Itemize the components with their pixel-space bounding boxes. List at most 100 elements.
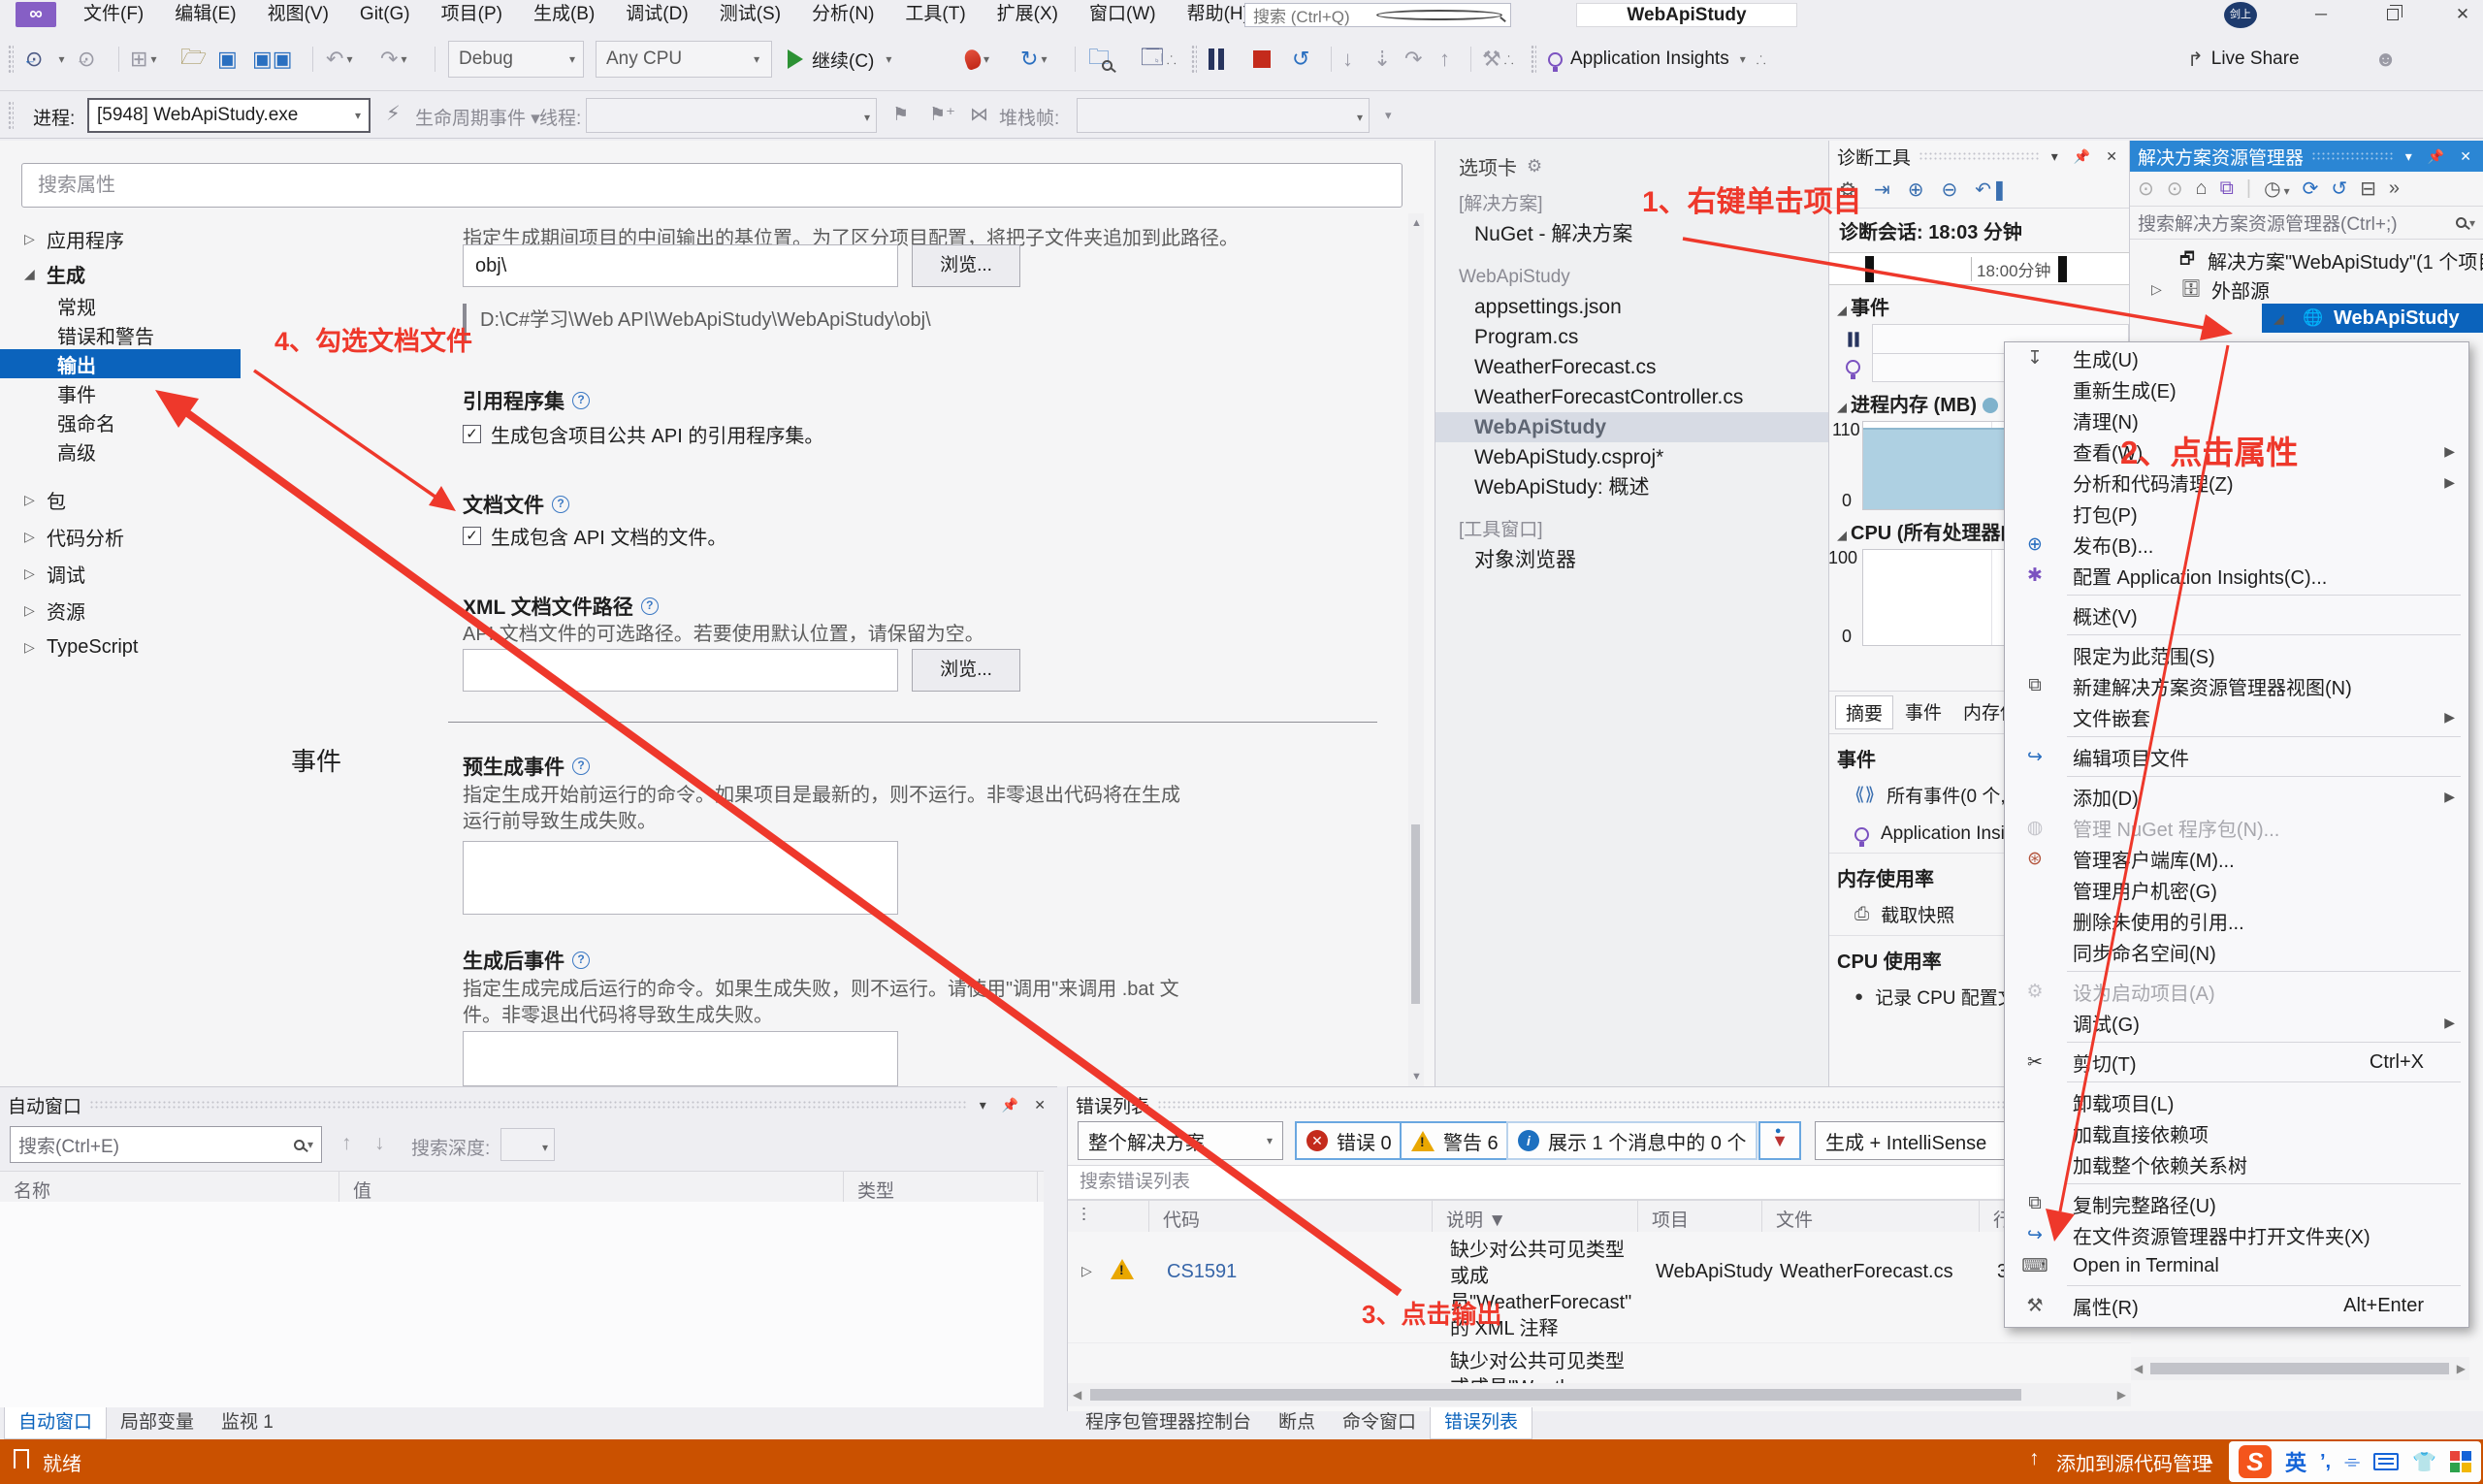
toolbox-grid-icon[interactable] (2450, 1451, 2471, 1472)
feedback-button[interactable]: ☻ (2374, 43, 2397, 76)
scrollbar-thumb[interactable] (1411, 824, 1420, 1004)
navigate-forward-button[interactable]: ⊙ → (76, 43, 108, 76)
solution-explorer-titlebar[interactable]: 解决方案资源管理器 ▾ 📌 ✕ (2130, 141, 2483, 172)
autos-titlebar[interactable]: 自动窗口 ▾ 📌 ✕ (0, 1087, 1057, 1118)
pin-icon[interactable]: 📌 (998, 1097, 1022, 1113)
context-menu-限定为此范围(S)[interactable]: 限定为此范围(S) (2005, 639, 2468, 670)
toolbar-grip[interactable] (8, 45, 14, 74)
context-menu-配置 Application Insights(C)...[interactable]: ✱ 配置 Application Insights(C)... (2005, 560, 2468, 591)
menu-item-10[interactable]: 扩展(X) (982, 0, 1074, 29)
context-menu-加载整个依赖关系树[interactable]: 加载整个依赖关系树 (2005, 1148, 2468, 1179)
help-icon[interactable]: ? (640, 597, 659, 615)
toolbar-grip[interactable] (8, 101, 14, 130)
flag-icon[interactable]: ⚑ (892, 104, 909, 126)
autos-tab-监视 1[interactable]: 监视 1 (208, 1407, 287, 1439)
properties-search-input[interactable]: 搜索属性 (21, 163, 1403, 208)
navigate-back-button[interactable]: ⊙ ← ▾ (23, 43, 64, 76)
row-expander[interactable] (1068, 1343, 1111, 1374)
overflow-icon[interactable]: » (2389, 177, 2400, 200)
context-menu-管理客户端库(M)...[interactable]: ⊛ 管理客户端库(M)... (2005, 843, 2468, 874)
skin-icon[interactable]: 👕 (2412, 1450, 2436, 1474)
menu-item-1[interactable]: 编辑(E) (159, 0, 251, 29)
show-next-statement-button[interactable]: ⇣ (1373, 43, 1391, 76)
solution-tree-解决方案"WebApiStudy"(1 个项目/共[interactable]: 🗗 解决方案"WebApiStudy"(1 个项目/共 (2130, 245, 2483, 274)
solution-explorer-search[interactable]: 搜索解决方案资源管理器(Ctrl+;) ▾ (2130, 207, 2483, 240)
hot-reload-button[interactable]: ▾ (962, 43, 989, 76)
up-arrow-icon[interactable]: ↑ (2029, 1447, 2040, 1470)
process-dropdown[interactable]: [5948] WebApiStudy.exe ▾ (87, 98, 371, 133)
toolbar-grip[interactable] (1191, 45, 1197, 74)
menu-item-4[interactable]: 项目(P) (426, 0, 518, 29)
tab-list-item[interactable]: WeatherForecastController.cs (1435, 382, 1828, 412)
menu-item-9[interactable]: 工具(T) (889, 0, 981, 29)
zoom-in-icon[interactable]: ⊕ (1908, 177, 1924, 202)
export-icon[interactable]: ⇥ (1874, 177, 1890, 202)
errorlist-tab-程序包管理器控制台[interactable]: 程序包管理器控制台 (1072, 1407, 1265, 1439)
context-menu-新建解决方案资源管理器视图(N)[interactable]: ⧉ 新建解决方案资源管理器视图(N) (2005, 670, 2468, 701)
ime-language-toggle[interactable]: 英 (2285, 1446, 2306, 1477)
context-menu-Open in Terminal[interactable]: ⌨ Open in Terminal (2005, 1250, 2468, 1281)
redo-button[interactable]: ↷ ▾ (380, 43, 406, 76)
properties-nav-常规[interactable]: 常规 (0, 291, 252, 320)
menu-item-6[interactable]: 调试(D) (610, 0, 703, 29)
back-icon[interactable]: ⊙ (2138, 177, 2154, 201)
undo-button[interactable]: ↶ ▾ (326, 43, 352, 76)
xml-path-input[interactable] (463, 649, 898, 692)
restart-app-button[interactable]: ↻ ▾ (1020, 43, 1047, 76)
step-into-button[interactable]: ↓ (1342, 43, 1353, 76)
warnings-filter-button[interactable]: 警告 6 (1400, 1121, 1510, 1160)
apply-code-changes-button[interactable]: ⚒ ⸫ (1482, 43, 1514, 76)
help-icon[interactable]: ? (552, 496, 569, 513)
error-row[interactable]: 缺少对公共可见类型或成员"Weathe (1068, 1343, 2131, 1383)
platform-dropdown[interactable]: Any CPU ▾ (596, 41, 772, 78)
step-over-button[interactable]: ↷ (1404, 43, 1422, 76)
properties-nav-资源[interactable]: ▷ 资源 (0, 592, 252, 629)
live-share-button[interactable]: ↱ Live Share (2187, 43, 2300, 76)
errorlist-tab-命令窗口[interactable]: 命令窗口 (1329, 1407, 1430, 1439)
add-to-source-control-button[interactable]: 添加到源代码管理 (2056, 1448, 2211, 1476)
pause-button[interactable] (1209, 43, 1224, 76)
pin-icon[interactable]: 📌 (2070, 148, 2094, 165)
diag-tab-摘要[interactable]: 摘要 (1835, 695, 1894, 729)
scroll-left-icon[interactable]: ◀ (1068, 1388, 1086, 1402)
minimize-button[interactable]: ─ (2299, 0, 2343, 29)
filter-button[interactable]: ▼ ● (1758, 1121, 1801, 1160)
thread-dropdown[interactable]: ▾ (586, 98, 877, 133)
app-insights-button[interactable]: Application Insights ▾ ⸫ (1548, 43, 1766, 76)
restore-button[interactable] (2370, 0, 2415, 29)
errorlist-tab-断点[interactable]: 断点 (1265, 1407, 1329, 1439)
menu-item-7[interactable]: 测试(S) (704, 0, 796, 29)
help-icon[interactable]: ? (572, 392, 590, 409)
properties-nav-调试[interactable]: ▷ 调试 (0, 555, 252, 592)
microphone-icon[interactable]: ⌯ (2344, 1451, 2360, 1473)
autos-search-input[interactable]: 搜索(Ctrl+E) ▾ (10, 1126, 322, 1163)
events-section-header[interactable]: ◢ 事件 (1829, 285, 2129, 324)
tab-list-item[interactable]: WebApiStudy: 概述 (1435, 472, 1828, 502)
error-list-hscrollbar[interactable]: ◀ ▶ (1068, 1383, 2131, 1406)
window-layout-button[interactable]: 🗔 ⸫ (1141, 43, 1177, 76)
sogou-icon[interactable]: S (2238, 1445, 2272, 1478)
toolbar-overflow[interactable]: ▾ (1385, 108, 1392, 123)
context-menu-生成(U)[interactable]: ↧ 生成(U) (2005, 342, 2468, 373)
diag-tab-事件[interactable]: 事件 (1895, 695, 1951, 729)
solution-tree-外部源[interactable]: ▷ 🗄 外部源 (2130, 274, 2483, 304)
properties-nav-包[interactable]: ▷ 包 (0, 481, 252, 518)
properties-nav-应用程序[interactable]: ▷ 应用程序 (0, 221, 252, 256)
configuration-dropdown[interactable]: Debug ▾ (448, 41, 584, 78)
context-menu-概述(V)[interactable]: 概述(V) (2005, 599, 2468, 630)
menu-item-3[interactable]: Git(G) (344, 0, 426, 29)
gear-icon[interactable]: ⚙ (1527, 156, 1542, 177)
step-out-button[interactable]: ↑ (1439, 43, 1450, 76)
scroll-down-icon[interactable]: ▼ (1411, 1071, 1422, 1082)
toolbar-grip[interactable] (1531, 45, 1536, 74)
properties-nav-高级[interactable]: 高级 (0, 436, 252, 466)
properties-scrollbar[interactable]: ▲ ▼ (1408, 213, 1424, 1086)
switch-views-icon[interactable]: ⧉ (2220, 177, 2234, 200)
keyboard-icon[interactable] (2373, 1453, 2400, 1470)
forward-icon[interactable]: ⊙ (2167, 177, 2183, 201)
scroll-right-icon[interactable]: ▶ (2453, 1362, 2469, 1375)
properties-nav-事件[interactable]: 事件 (0, 378, 252, 407)
stackframe-dropdown[interactable]: ▾ (1077, 98, 1370, 133)
checkbox-checked-icon[interactable]: ✓ (463, 425, 481, 443)
menu-item-2[interactable]: 视图(V) (252, 0, 344, 29)
